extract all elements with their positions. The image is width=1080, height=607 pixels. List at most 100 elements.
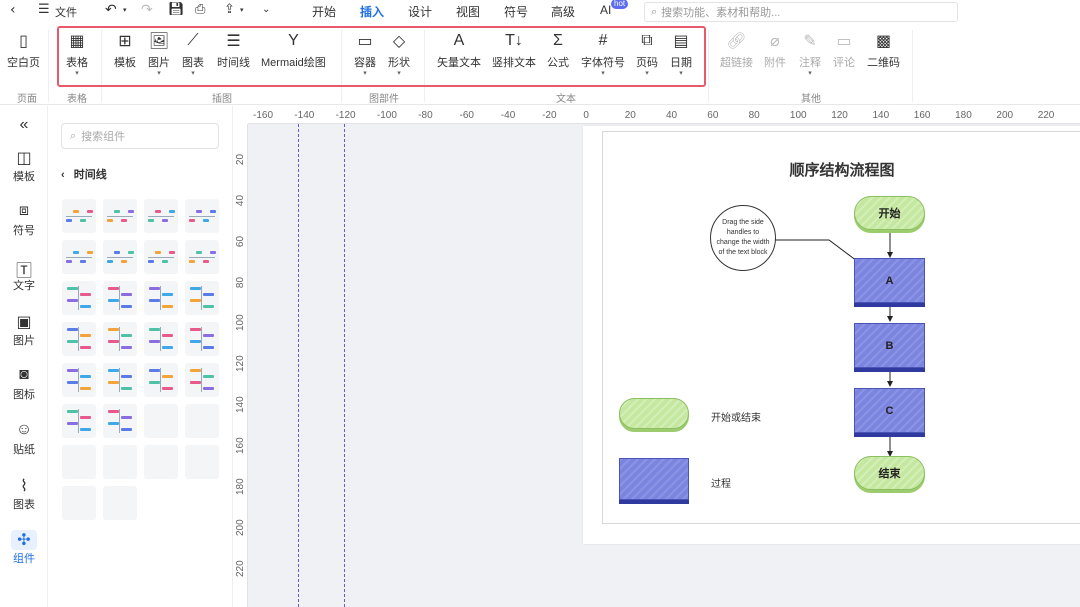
guide-line[interactable] [344,124,345,607]
ruler-tick: 0 [583,110,589,121]
legend-terminal-shape[interactable] [619,398,689,429]
note-bubble[interactable]: Drag the side handles to change the widt… [710,205,776,271]
tab-advanced[interactable]: 高级 [551,3,575,20]
timeline-thumbnail[interactable] [103,445,137,479]
nav-item-icon[interactable]: ◙ 图标 [0,366,48,402]
process-a[interactable]: A [854,258,925,303]
legend-terminal-label[interactable]: 开始或结束 [711,409,761,424]
file-menu[interactable]: 文件 [55,4,77,20]
tab-view[interactable]: 视图 [456,3,480,20]
component-search-input[interactable]: ⌕ 搜索组件 [61,123,219,149]
tab-start[interactable]: 开始 [312,3,336,20]
timeline-thumbnail[interactable] [185,363,219,397]
print-icon[interactable]: ⎙ [195,2,205,17]
tab-insert[interactable]: 插入 [360,3,385,25]
dropdown-caret-icon[interactable]: ▾ [240,6,244,14]
menu-icon[interactable]: ☰ [38,2,50,17]
paperclip-icon: ⌀ [770,33,780,50]
thumbnail-axis [160,286,161,310]
thumbnail-bar [108,299,119,302]
legend-process-shape[interactable] [619,458,689,500]
timeline-thumbnail[interactable] [103,486,137,520]
timeline-thumbnail[interactable] [103,240,137,274]
global-search-input[interactable]: ⌕ 搜索功能、素材和帮助... [644,2,958,22]
drawing-page[interactable]: 顺序结构流程图 开始 A B C 结束 Drag the side handle [583,126,1080,544]
nav-item-image[interactable]: ▣ 图片 [0,312,48,348]
thumbnail-axis [107,257,133,258]
timeline-thumbnail[interactable] [62,240,96,274]
timeline-thumbnail[interactable] [185,199,219,233]
thumbnail-bar [155,251,161,254]
timeline-thumbnail[interactable] [185,240,219,274]
thumbnail-bar [67,369,78,372]
thumbnail-axis [189,257,215,258]
timeline-thumbnail[interactable] [144,404,178,438]
thumbnail-bar [149,299,160,302]
export-icon[interactable]: ⇪ [224,2,235,17]
timeline-thumbnail[interactable] [62,363,96,397]
nav-item-component[interactable]: ✣ 组件 [0,530,48,566]
timeline-thumbnail[interactable] [144,281,178,315]
thumbnail-bar [149,369,160,372]
thumbnail-bar [67,328,78,331]
timeline-thumbnail[interactable] [185,322,219,356]
search-placeholder: 搜索功能、素材和帮助... [661,7,781,19]
tab-design[interactable]: 设计 [408,3,432,20]
process-b[interactable]: B [854,323,925,368]
ruler-tick: 160 [913,110,931,121]
collapse-button[interactable]: « [0,116,48,136]
nav-item-symbol[interactable]: ⧈ 符号 [0,202,48,238]
hyperlink-button[interactable]: 🔗︎ 超链接 [720,30,753,70]
undo-icon[interactable]: ↶ [105,2,117,18]
nav-item-chart[interactable]: ⌇ 图表 [0,476,48,512]
annotation-button[interactable]: ✎ 注释 ▾ [799,30,821,77]
tab-ai[interactable]: AI [600,3,611,17]
timeline-thumbnail[interactable] [144,445,178,479]
timeline-thumbnail[interactable] [103,404,137,438]
canvas-area[interactable]: -160 -140 -120 -100 -80 -60 -40 -20 0 20 40 60 80 100… [233,106,1080,607]
timeline-thumbnail[interactable] [62,486,96,520]
redo-icon[interactable]: ↷ [141,2,153,18]
thumbnail-bar [149,340,160,343]
nav-item-text[interactable]: 🅃︎ 文字 [0,257,48,293]
timeline-thumbnail[interactable] [103,322,137,356]
legend-process-label[interactable]: 过程 [711,475,731,490]
timeline-thumbnail[interactable] [103,199,137,233]
qrcode-button[interactable]: ▩ 二维码 [867,30,900,70]
timeline-thumbnail[interactable] [62,404,96,438]
section-back-button[interactable]: ‹ 时间线 [61,166,107,182]
guide-line[interactable] [298,124,299,607]
timeline-thumbnail[interactable] [103,281,137,315]
timeline-thumbnail[interactable] [185,281,219,315]
timeline-thumbnail[interactable] [144,240,178,274]
thumbnail-axis [189,216,215,217]
timeline-thumbnail[interactable] [185,445,219,479]
start-terminal[interactable]: 开始 [854,196,925,230]
end-terminal[interactable]: 结束 [854,456,925,490]
timeline-thumbnail[interactable] [103,363,137,397]
process-c[interactable]: C [854,388,925,433]
nav-item-sticker[interactable]: ☺ 贴纸 [0,421,48,457]
ruler-tick: -160 [253,110,274,121]
thumbnail-bar [162,260,168,263]
dropdown-caret-icon[interactable]: ▾ [123,6,127,14]
nav-item-template[interactable]: ◫ 模板 [0,148,48,184]
timeline-thumbnail[interactable] [144,363,178,397]
chevron-left-icon[interactable]: ‹ [10,2,16,18]
qrcode-icon: ▩ [875,33,892,50]
attachment-button[interactable]: ⌀ 附件 [764,30,786,70]
tab-symbol[interactable]: 符号 [504,3,528,20]
comment-button[interactable]: ▭ 评论 [833,30,855,70]
thumbnail-bar [67,340,78,343]
save-icon[interactable]: 💾︎ [168,2,185,17]
timeline-thumbnail[interactable] [144,199,178,233]
timeline-thumbnail[interactable] [62,281,96,315]
timeline-thumbnail[interactable] [144,322,178,356]
timeline-thumbnail[interactable] [62,199,96,233]
timeline-thumbnail[interactable] [62,322,96,356]
blank-page-button[interactable]: ▯ 空白页 [7,30,40,70]
ruler-tick: 40 [235,194,246,207]
timeline-thumbnail[interactable] [185,404,219,438]
timeline-thumbnail[interactable] [62,445,96,479]
more-icon[interactable]: ⌄ [262,4,270,15]
